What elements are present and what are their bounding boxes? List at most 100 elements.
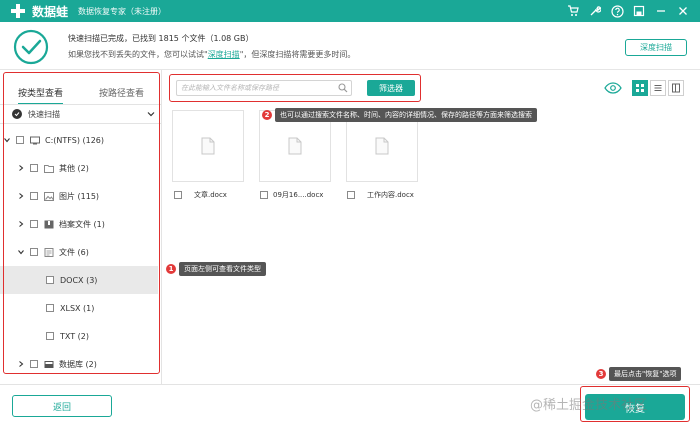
file-item[interactable]: 工作内容.docx [347, 190, 414, 200]
detail-icon [672, 83, 680, 93]
file-item[interactable]: 09月16....docx [260, 190, 323, 200]
document-icon [44, 247, 54, 257]
detail-view-button[interactable] [668, 80, 684, 96]
save-icon[interactable] [628, 3, 650, 19]
scan-result-header: 快速扫描已完成，已找到 1815 个文件（1.08 GB） 如果您找不到丢失的文… [0, 22, 700, 70]
file-checkbox[interactable] [347, 191, 355, 199]
help-icon[interactable] [606, 3, 628, 19]
list-icon [654, 85, 662, 91]
chevron-right-icon[interactable] [16, 220, 26, 228]
tab-by-path-label: 按路径查看 [98, 89, 144, 99]
tree-checkbox[interactable] [30, 164, 38, 172]
filter-button[interactable]: 筛选器 [367, 80, 415, 96]
scan-complete-check-icon [12, 28, 50, 69]
deep-scan-link[interactable]: 深度扫描 [208, 50, 240, 59]
back-button[interactable]: 返回 [12, 395, 112, 417]
tree-checkbox[interactable] [30, 248, 38, 256]
chevron-right-icon[interactable] [16, 192, 26, 200]
minimize-icon[interactable] [650, 3, 672, 19]
eye-icon[interactable] [604, 82, 622, 97]
file-name: 文章.docx [194, 191, 227, 199]
folder-icon [44, 164, 54, 173]
tree-checkbox[interactable] [30, 192, 38, 200]
tree-checkbox[interactable] [30, 360, 38, 368]
tree-checkbox[interactable] [46, 276, 54, 284]
annotation-3: 3 最后点击"恢复"选项 [596, 367, 682, 381]
chevron-right-icon[interactable] [16, 164, 26, 172]
scan-hint-text: 如果您找不到丢失的文件，您可以试试"深度扫描"，但深度扫描将需要更多时间。 [68, 49, 355, 60]
cart-icon[interactable] [562, 3, 584, 19]
annotation-2: 2 也可以通过搜索文件名称、时间、内容的详细情况、保存的路径等方面来筛选搜索 [262, 108, 537, 122]
app-window: 数据蛙 数据恢复专家（未注册） 快速扫描已完成，已找到 1815 个文件（1.0… [0, 0, 700, 428]
file-checkbox[interactable] [260, 191, 268, 199]
tree-item-c-drive[interactable]: C:(NTFS) (126) [0, 126, 158, 154]
tree-checkbox[interactable] [46, 304, 54, 312]
file-name: 09月16....docx [273, 191, 324, 199]
grid-icon [636, 84, 644, 92]
chevron-down-icon[interactable] [16, 248, 26, 256]
close-icon[interactable] [672, 3, 694, 19]
file-name: 工作内容.docx [367, 191, 414, 199]
tree-item-database[interactable]: 数据库 (2) [0, 350, 158, 378]
deep-scan-button[interactable]: 深度扫描 [625, 39, 687, 56]
tree-checkbox[interactable] [16, 136, 24, 144]
search-field[interactable] [176, 80, 352, 96]
tab-by-type[interactable]: 按类型查看 [0, 70, 81, 104]
quick-scan-label: 快速扫描 [28, 109, 60, 119]
tree-item-archives[interactable]: 档案文件 (1) [0, 210, 158, 238]
tree-checkbox[interactable] [46, 332, 54, 340]
chevron-right-icon[interactable] [16, 360, 26, 368]
annotation-text: 页面左侧可查看文件类型 [179, 262, 266, 276]
search-icon[interactable] [338, 83, 348, 96]
app-subtitle: 数据恢复专家（未注册） [78, 6, 167, 16]
tree-checkbox[interactable] [30, 220, 38, 228]
tree-item-docx[interactable]: DOCX (3) [0, 266, 158, 294]
disk-icon [30, 136, 40, 145]
wrench-icon[interactable] [584, 3, 606, 19]
chevron-down-icon[interactable] [2, 136, 12, 144]
scan-status-text: 快速扫描已完成，已找到 1815 个文件（1.08 GB） [68, 34, 254, 43]
grid-view-button[interactable] [632, 80, 648, 96]
list-view-button[interactable] [650, 80, 666, 96]
left-panel: 按类型查看 按路径查看 快速扫描 C:(NTFS) (126) 其他 (2) 图… [0, 70, 162, 384]
tree-item-label: TXT (2) [60, 331, 89, 341]
tree-item-label: 文件 (6) [59, 247, 89, 257]
watermark: @稀土掘金技术社区 [530, 398, 648, 413]
title-bar: 数据蛙 数据恢复专家（未注册） [0, 0, 700, 22]
annotation-text: 也可以通过搜索文件名称、时间、内容的详细情况、保存的路径等方面来筛选搜索 [275, 108, 537, 122]
annotation-1: 1 页面左侧可查看文件类型 [166, 262, 266, 276]
quick-scan-check-icon [12, 109, 22, 119]
tree-item-xlsx[interactable]: XLSX (1) [0, 294, 158, 322]
tree-item-label: 图片 (115) [59, 191, 100, 201]
tree-item-label: 其他 (2) [59, 163, 89, 173]
tree-item-label: 数据库 (2) [59, 359, 97, 369]
annotation-text: 最后点击"恢复"选项 [609, 367, 682, 381]
file-item[interactable]: 文章.docx [174, 190, 227, 200]
app-logo-icon [8, 3, 28, 19]
tree-item-label: DOCX (3) [60, 275, 98, 285]
view-tabs: 按类型查看 按路径查看 [0, 70, 162, 104]
database-icon [44, 360, 54, 369]
tab-by-type-label: 按类型查看 [17, 89, 63, 104]
tree-item-images[interactable]: 图片 (115) [0, 182, 158, 210]
document-icon [375, 137, 389, 155]
image-icon [44, 191, 54, 201]
search-input[interactable] [181, 82, 331, 94]
file-thumbnail[interactable] [172, 110, 244, 182]
tree-item-other[interactable]: 其他 (2) [0, 154, 158, 182]
scan-hint-after: "，但深度扫描将需要更多时间。 [239, 50, 356, 59]
annotation-number: 3 [596, 369, 606, 379]
app-name: 数据蛙 [32, 4, 69, 19]
annotation-number: 2 [262, 110, 272, 120]
tree-item-label: C:(NTFS) (126) [45, 135, 104, 145]
tree-item-documents[interactable]: 文件 (6) [0, 238, 158, 266]
file-checkbox[interactable] [174, 191, 182, 199]
annotation-number: 1 [166, 264, 176, 274]
quick-scan-row[interactable]: 快速扫描 [0, 104, 162, 124]
document-icon [288, 137, 302, 155]
tree-item-label: XLSX (1) [60, 303, 95, 313]
tree-item-label: 档案文件 (1) [59, 219, 105, 229]
tree-item-txt[interactable]: TXT (2) [0, 322, 158, 350]
tab-by-path[interactable]: 按路径查看 [81, 70, 162, 104]
chevron-down-icon[interactable] [146, 109, 156, 122]
